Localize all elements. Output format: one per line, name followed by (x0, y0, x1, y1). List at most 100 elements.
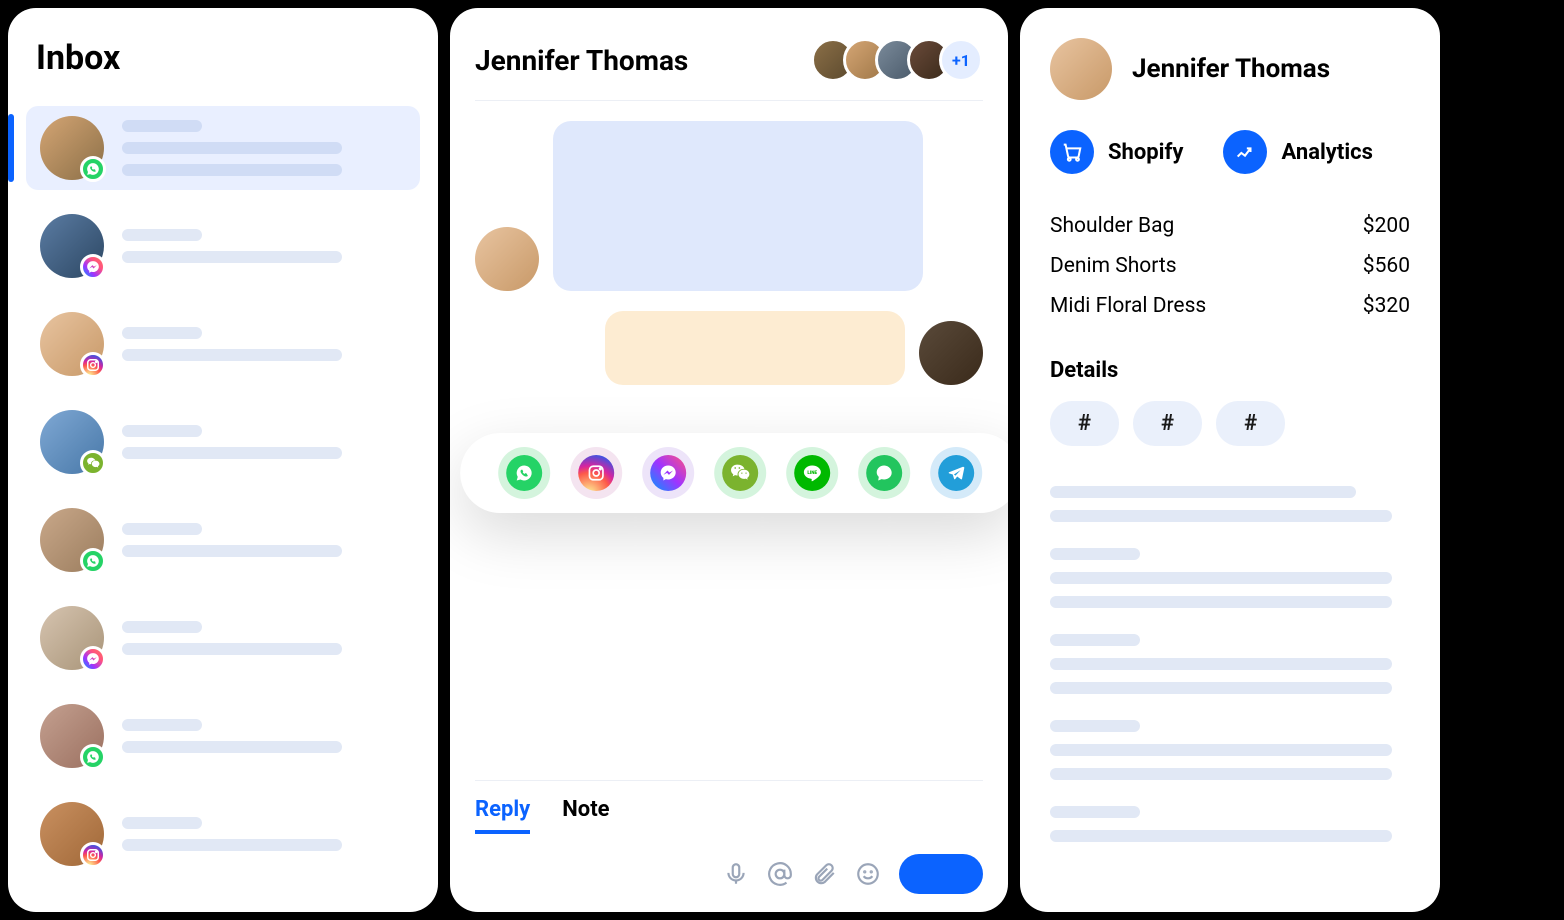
action-shopify-label: Shopify (1108, 140, 1183, 165)
contact-avatar (1050, 38, 1112, 100)
action-analytics[interactable]: Analytics (1223, 130, 1372, 174)
placeholder (122, 839, 342, 851)
channel-sms-button[interactable] (858, 447, 910, 499)
placeholder (122, 349, 342, 361)
placeholder (122, 621, 202, 633)
inbox-text (122, 621, 406, 655)
whatsapp-icon (80, 744, 106, 770)
tag[interactable]: # (1133, 401, 1202, 446)
tag[interactable]: # (1216, 401, 1285, 446)
inbox-text (122, 817, 406, 851)
product-name: Midi Floral Dress (1050, 294, 1206, 318)
compose-tabs: Reply Note (475, 797, 983, 834)
instagram-icon (80, 842, 106, 868)
channels-bar: LINELINE (460, 433, 1008, 513)
channel-telegram-button[interactable] (930, 447, 982, 499)
mic-icon[interactable] (723, 861, 749, 887)
avatar-wrap (40, 606, 104, 670)
quick-actions: Shopify Analytics (1050, 130, 1410, 174)
inbox-list (26, 106, 420, 876)
placeholder (122, 545, 342, 557)
placeholder (122, 229, 202, 241)
placeholder (122, 251, 342, 263)
product-name: Shoulder Bag (1050, 214, 1174, 238)
placeholder (122, 425, 202, 437)
product-price: $200 (1363, 214, 1410, 238)
participants-more[interactable]: +1 (939, 38, 983, 82)
channel-whatsapp-button[interactable] (498, 447, 550, 499)
channel-wechat-button[interactable] (714, 447, 766, 499)
chat-footer: Reply Note (475, 780, 983, 894)
inbox-item[interactable] (26, 302, 420, 386)
action-analytics-label: Analytics (1281, 140, 1372, 165)
channel-instagram-button[interactable] (570, 447, 622, 499)
chat-panel: Jennifer Thomas +1 LINELINE (450, 8, 1008, 912)
tab-reply[interactable]: Reply (475, 797, 530, 834)
message-avatar (919, 321, 983, 385)
channel-line-button[interactable]: LINELINE (786, 447, 838, 499)
message-row-incoming (475, 121, 983, 291)
participants[interactable]: +1 (811, 38, 983, 82)
avatar-wrap (40, 214, 104, 278)
avatar-wrap (40, 802, 104, 866)
tag[interactable]: # (1050, 401, 1119, 446)
inbox-panel: Inbox (8, 8, 438, 912)
inbox-text (122, 425, 406, 459)
placeholder (122, 817, 202, 829)
compose-toolbar (475, 854, 983, 894)
svg-text:LINE: LINE (807, 470, 817, 476)
attachment-icon[interactable] (811, 861, 837, 887)
product-name: Denim Shorts (1050, 254, 1177, 278)
details-header: Jennifer Thomas (1050, 38, 1410, 100)
inbox-item[interactable] (26, 694, 420, 778)
message-avatar (475, 227, 539, 291)
cart-icon (1050, 130, 1094, 174)
send-button[interactable] (899, 854, 983, 894)
product-price: $560 (1363, 254, 1410, 278)
placeholder (122, 142, 342, 154)
inbox-text (122, 229, 406, 263)
chat-body: LINELINE (475, 121, 983, 780)
section-details-title: Details (1050, 358, 1410, 383)
wechat-icon (80, 450, 106, 476)
tags-row: # # # (1050, 401, 1410, 446)
avatar-wrap (40, 508, 104, 572)
placeholder (122, 327, 202, 339)
avatar-wrap (40, 704, 104, 768)
placeholder-block (1050, 634, 1410, 694)
inbox-item[interactable] (26, 400, 420, 484)
avatar-wrap (40, 410, 104, 474)
inbox-item[interactable] (26, 498, 420, 582)
messenger-icon (80, 646, 106, 672)
message-row-note (475, 311, 983, 385)
contact-name: Jennifer Thomas (1132, 54, 1330, 84)
action-shopify[interactable]: Shopify (1050, 130, 1183, 174)
details-panel: Jennifer Thomas Shopify Analytics Should… (1020, 8, 1440, 912)
placeholder (122, 523, 202, 535)
analytics-icon (1223, 130, 1267, 174)
products-list: Shoulder Bag $200 Denim Shorts $560 Midi Flo… (1050, 214, 1410, 318)
inbox-item[interactable] (26, 596, 420, 680)
inbox-item[interactable] (26, 792, 420, 876)
inbox-title: Inbox (36, 38, 420, 78)
product-row: Shoulder Bag $200 (1050, 214, 1410, 238)
message-bubble-incoming (553, 121, 923, 291)
inbox-text (122, 327, 406, 361)
product-row: Denim Shorts $560 (1050, 254, 1410, 278)
placeholder-block (1050, 806, 1410, 842)
inbox-item[interactable] (26, 106, 420, 190)
tab-note[interactable]: Note (562, 797, 609, 834)
inbox-text (122, 523, 406, 557)
product-price: $320 (1363, 294, 1410, 318)
avatar-wrap (40, 116, 104, 180)
product-row: Midi Floral Dress $320 (1050, 294, 1410, 318)
mention-icon[interactable] (767, 861, 793, 887)
placeholder (122, 741, 342, 753)
inbox-item[interactable] (26, 204, 420, 288)
chat-header: Jennifer Thomas +1 (475, 38, 983, 101)
channel-messenger-button[interactable] (642, 447, 694, 499)
emoji-icon[interactable] (855, 861, 881, 887)
placeholder (122, 643, 342, 655)
chat-title: Jennifer Thomas (475, 44, 688, 77)
divider (475, 780, 983, 781)
